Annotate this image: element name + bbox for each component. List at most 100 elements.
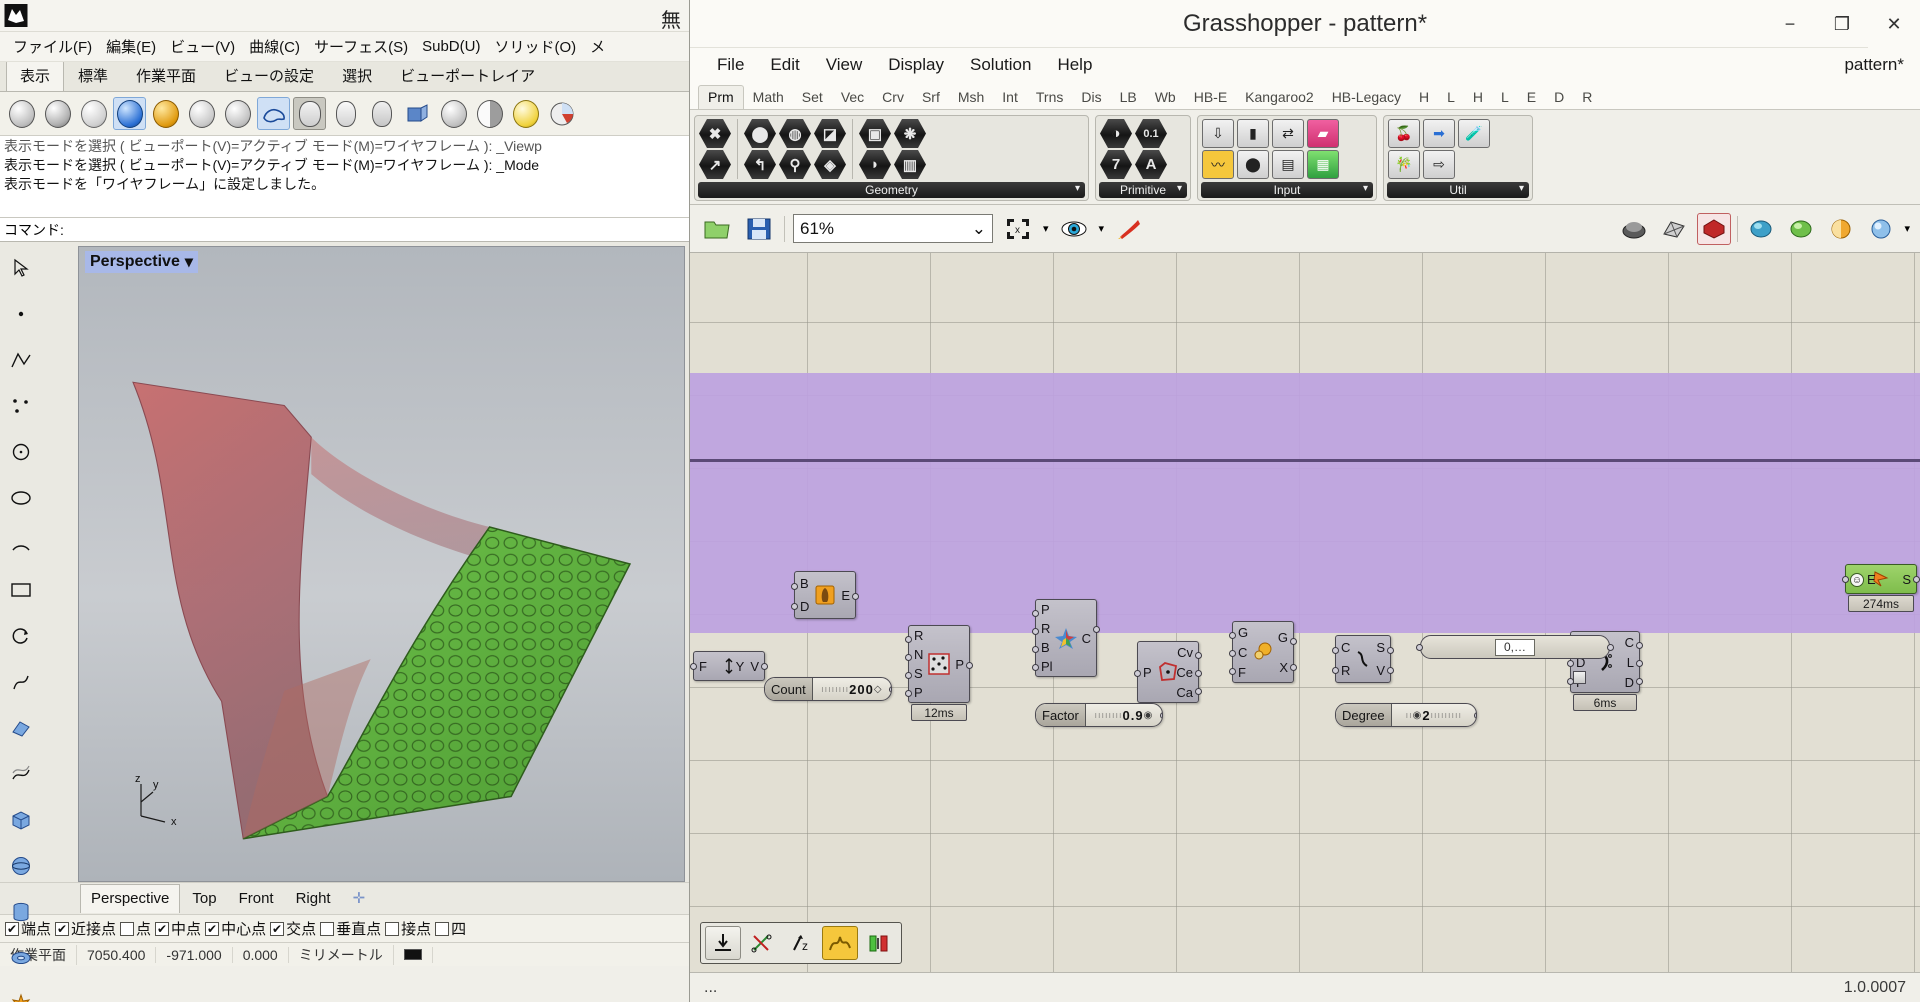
gradient-tool-icon[interactable]: z bbox=[783, 926, 819, 960]
save-file-icon[interactable] bbox=[742, 213, 776, 245]
osnap-center-checkbox[interactable]: ✔ bbox=[205, 921, 220, 936]
polyline-icon[interactable] bbox=[2, 338, 40, 382]
number-param-icon[interactable]: 0.1 bbox=[1135, 119, 1167, 148]
shaded-display-icon[interactable] bbox=[41, 97, 74, 130]
rhino-toolbar-tabs[interactable]: 表示 標準 作業平面 ビューの設定 選択 ビューポートレイア bbox=[0, 62, 689, 92]
port-s[interactable]: S bbox=[914, 666, 923, 681]
port-b[interactable]: B bbox=[800, 576, 809, 591]
point-icon[interactable] bbox=[2, 292, 40, 336]
render-preview-icon[interactable] bbox=[293, 97, 326, 130]
port-c[interactable]: C bbox=[1341, 640, 1350, 655]
colour-picker-icon[interactable]: ▦ bbox=[1307, 150, 1339, 179]
rhino-display-toolbar[interactable] bbox=[0, 92, 689, 136]
vector-param-icon[interactable]: ↗ bbox=[699, 150, 731, 179]
integer-param-icon[interactable]: 7 bbox=[1100, 150, 1132, 179]
box-icon[interactable] bbox=[2, 798, 40, 842]
factor-slider[interactable]: Factor ıııııııı 0.9 ◉ bbox=[1035, 703, 1163, 727]
gh-tab-wb[interactable]: Wb bbox=[1146, 86, 1185, 109]
field-param-icon[interactable]: ▥ bbox=[894, 150, 926, 179]
chevron-down-icon[interactable]: ⌄ bbox=[972, 219, 986, 239]
graph-mapper-tool-icon[interactable] bbox=[822, 926, 858, 960]
rendered-display-icon[interactable] bbox=[113, 97, 146, 130]
viewport-dropdown-icon[interactable]: ▾ bbox=[185, 252, 193, 272]
grasshopper-component-tabs[interactable]: Prm Math Set Vec Crv Srf Msh Int Trns Di… bbox=[690, 82, 1920, 110]
voronoi-component[interactable]: P R B Pl C bbox=[1032, 599, 1100, 677]
curve-param-icon[interactable]: ↰ bbox=[744, 150, 776, 179]
preview-dropdown-icon[interactable]: ▾ bbox=[1099, 222, 1105, 235]
loft-surface-icon[interactable] bbox=[2, 752, 40, 796]
port-y[interactable]: Y bbox=[736, 659, 745, 674]
port-d-out[interactable]: D bbox=[1625, 675, 1634, 690]
rectangle-icon[interactable] bbox=[2, 568, 40, 612]
surface-from-points-icon[interactable] bbox=[2, 706, 40, 750]
rhino-menu-mesh[interactable]: メ bbox=[583, 36, 612, 57]
open-file-icon[interactable] bbox=[700, 213, 734, 245]
render-icon[interactable] bbox=[329, 97, 362, 130]
rhino-menu-subd[interactable]: SubD(U) bbox=[415, 38, 487, 55]
port-r[interactable]: R bbox=[1041, 621, 1050, 636]
flip-component[interactable]: F Y V bbox=[690, 651, 768, 681]
add-viewport-icon[interactable]: ✛ bbox=[343, 884, 376, 913]
port-p-in[interactable]: P bbox=[914, 685, 923, 700]
text-param-icon[interactable]: A bbox=[1135, 150, 1167, 179]
status-layer-swatch[interactable] bbox=[394, 946, 433, 963]
rhino-tab-select[interactable]: 選択 bbox=[328, 62, 386, 91]
minimize-button[interactable]: − bbox=[1764, 0, 1816, 48]
sketch-tool-icon[interactable] bbox=[744, 926, 780, 960]
degree-slider[interactable]: Degree ıı ◉ 2 ııııııııı bbox=[1335, 703, 1477, 727]
view-cube-icon[interactable] bbox=[401, 97, 434, 130]
lighting-icon[interactable] bbox=[509, 97, 542, 130]
port-g[interactable]: G bbox=[1238, 625, 1248, 640]
ghosted-display-icon[interactable] bbox=[77, 97, 110, 130]
input-icons[interactable]: ⇩ 〰 ▮ ⬤ ⇄ ▤ ▰ ▦ bbox=[1202, 119, 1372, 179]
port-c[interactable]: C bbox=[1082, 631, 1091, 646]
port-s[interactable]: S bbox=[1376, 640, 1385, 655]
number-slider-icon[interactable]: ⇩ bbox=[1202, 119, 1234, 148]
canvas-group-purple[interactable] bbox=[690, 373, 1920, 633]
port-c[interactable]: C bbox=[1625, 635, 1634, 650]
profiler-tool-icon[interactable] bbox=[861, 926, 897, 960]
value-list-icon[interactable]: ⇄ bbox=[1272, 119, 1304, 148]
port-f[interactable]: F bbox=[699, 659, 707, 674]
gh-menu-view[interactable]: View bbox=[813, 53, 876, 77]
port-n[interactable]: N bbox=[914, 647, 923, 662]
geometry-expand-icon[interactable]: ▾ bbox=[1075, 183, 1080, 194]
maximize-button[interactable]: ❐ bbox=[1816, 0, 1868, 48]
cluster-icon[interactable]: 🎋 bbox=[1388, 150, 1420, 179]
primitive-icons[interactable]: ◑ 7 0.1 A bbox=[1100, 119, 1186, 179]
populate-geometry-component[interactable]: R N S P P 12ms bbox=[905, 625, 973, 721]
viewport-tab-top[interactable]: Top bbox=[182, 885, 226, 913]
canvas-bottom-toolbar[interactable]: z bbox=[700, 922, 902, 964]
port-c[interactable]: C bbox=[1238, 645, 1247, 660]
gh-menu-edit[interactable]: Edit bbox=[757, 53, 812, 77]
bake-icon[interactable] bbox=[1112, 213, 1146, 245]
rhino-tab-viewportlayout[interactable]: ビューポートレイア bbox=[386, 62, 549, 91]
pen-display-icon[interactable] bbox=[257, 97, 290, 130]
gh-menu-display[interactable]: Display bbox=[875, 53, 957, 77]
points-grid-icon[interactable] bbox=[2, 384, 40, 428]
select-arrow-icon[interactable] bbox=[2, 246, 40, 290]
port-r[interactable]: R bbox=[1341, 663, 1350, 678]
gh-tab-set[interactable]: Set bbox=[793, 86, 832, 109]
rhino-menu-curve[interactable]: 曲線(C) bbox=[242, 36, 307, 57]
graph-mapper-icon[interactable]: 〰 bbox=[1202, 150, 1234, 179]
grasshopper-menubar[interactable]: File Edit View Display Solution Help pat… bbox=[690, 48, 1920, 82]
doc-preview-icon[interactable] bbox=[1744, 213, 1778, 245]
gh-tab-crv[interactable]: Crv bbox=[873, 86, 913, 109]
ribbon-group-geometry-label[interactable]: Geometry ▾ bbox=[698, 182, 1085, 198]
rhino-viewport-tabs[interactable]: Perspective Top Front Right ✛ bbox=[0, 882, 689, 914]
surface-param-icon[interactable]: ◪ bbox=[814, 119, 846, 148]
port-r[interactable]: R bbox=[914, 628, 923, 643]
gh-tab-srf[interactable]: Srf bbox=[913, 86, 949, 109]
halfshade-icon[interactable] bbox=[473, 97, 506, 130]
osnap-near-checkbox[interactable]: ✔ bbox=[55, 921, 70, 936]
close-button[interactable]: ✕ bbox=[1868, 0, 1920, 48]
curve-tool-icon[interactable] bbox=[2, 660, 40, 704]
osnap-intersection[interactable]: ✔ 交点 bbox=[270, 918, 316, 939]
osnap-center[interactable]: ✔ 中心点 bbox=[205, 918, 266, 939]
port-p[interactable]: P bbox=[1041, 602, 1050, 617]
torus-icon[interactable] bbox=[2, 936, 40, 980]
port-g-out[interactable]: G bbox=[1278, 630, 1288, 645]
button-icon[interactable]: ⬤ bbox=[1237, 150, 1269, 179]
port-l[interactable]: L bbox=[1627, 655, 1634, 670]
